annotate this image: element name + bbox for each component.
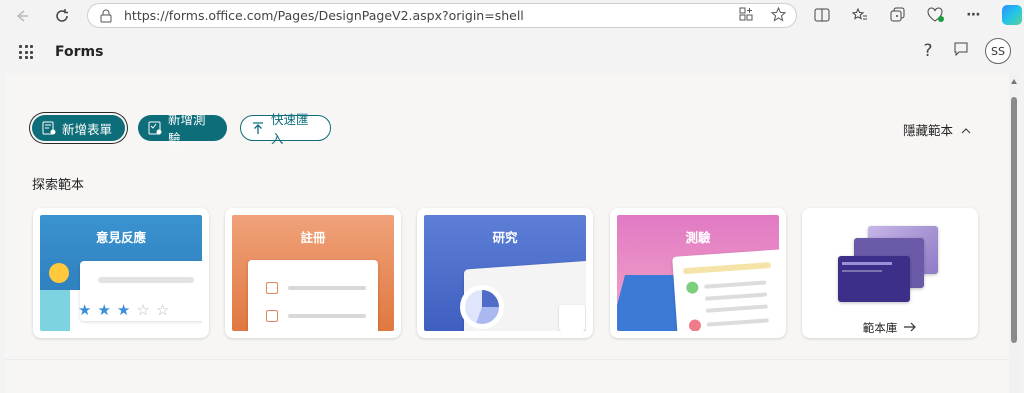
refresh-icon[interactable] — [48, 2, 76, 30]
star-rating-icon: ★ ★ ★ ☆ ☆ — [78, 301, 170, 319]
main-content: 新增表單 新增測驗 快速匯入 隱藏範本 探索範本 ★ ★ ★ ☆ ☆ 意見反應 … — [5, 73, 1009, 359]
card-label: 註冊 — [300, 230, 326, 245]
form-icon — [42, 121, 56, 135]
quick-import-label: 快速匯入 — [271, 112, 309, 146]
gallery-link[interactable]: 範本庫 — [802, 320, 978, 336]
template-card-quiz[interactable]: 測驗 — [610, 208, 786, 338]
new-form-button[interactable]: 新增表單 — [32, 115, 125, 141]
more-options-icon[interactable]: ⋯ — [962, 2, 986, 28]
hide-templates-toggle[interactable]: 隱藏範本 — [903, 120, 971, 139]
card-label: 研究 — [492, 230, 518, 245]
pie-chart-icon — [460, 285, 504, 329]
app-header: Forms ? SS — [5, 31, 1019, 73]
back-icon[interactable] — [8, 2, 36, 30]
new-form-label: 新增表單 — [62, 121, 113, 137]
url-text: https://forms.office.com/Pages/DesignPag… — [124, 8, 524, 23]
gallery-label: 範本庫 — [862, 321, 898, 335]
browser-essentials-icon[interactable] — [924, 2, 948, 28]
card-label: 意見反應 — [95, 230, 146, 245]
new-quiz-button[interactable]: 新增測驗 — [138, 112, 227, 146]
feedback-icon[interactable] — [953, 41, 969, 61]
quiz-illustration: 測驗 — [617, 215, 779, 331]
import-arrow-icon — [251, 121, 265, 135]
template-card-registration[interactable]: 註冊 — [225, 208, 401, 338]
copilot-icon[interactable] — [1000, 2, 1024, 28]
avatar[interactable]: SS — [985, 38, 1011, 64]
forms-app: Forms ? SS 新增表單 新增測驗 快速匯入 隱藏範本 探索範本 ★ ★ … — [5, 31, 1019, 393]
check-icon — [685, 281, 699, 295]
scrollbar-thumb[interactable] — [1011, 97, 1017, 343]
template-card-research[interactable]: 研究 — [417, 208, 593, 338]
collections-icon[interactable] — [886, 2, 910, 28]
lock-icon — [100, 9, 116, 23]
favorite-star-icon[interactable] — [770, 6, 787, 26]
favorites-icon[interactable] — [848, 2, 872, 28]
app-launcher-icon[interactable] — [19, 45, 33, 59]
smiley-icon — [49, 263, 69, 283]
template-card-gallery[interactable]: 範本庫 — [802, 208, 978, 338]
form-list-area — [5, 359, 1009, 393]
app-available-icon[interactable] — [739, 7, 753, 26]
research-illustration: 研究 — [424, 215, 586, 331]
line-chart-icon — [559, 305, 585, 331]
cross-icon — [688, 319, 702, 331]
new-quiz-label: 新增測驗 — [168, 112, 206, 146]
gallery-illustration — [838, 226, 948, 302]
chevron-up-icon — [961, 122, 971, 137]
scroll-up-icon[interactable] — [1011, 79, 1017, 84]
section-title: 探索範本 — [32, 178, 85, 193]
hide-templates-label: 隱藏範本 — [902, 123, 953, 138]
split-screen-icon[interactable] — [810, 2, 834, 28]
quick-import-button[interactable]: 快速匯入 — [240, 112, 331, 146]
arrow-right-icon — [903, 320, 917, 336]
help-icon[interactable]: ? — [919, 41, 937, 61]
feedback-illustration: ★ ★ ★ ☆ ☆ 意見反應 — [40, 215, 202, 331]
quiz-icon — [148, 121, 162, 135]
browser-toolbar: https://forms.office.com/Pages/DesignPag… — [0, 0, 1024, 31]
template-card-feedback[interactable]: ★ ★ ★ ☆ ☆ 意見反應 — [33, 208, 209, 338]
address-bar[interactable]: https://forms.office.com/Pages/DesignPag… — [87, 3, 797, 28]
app-title[interactable]: Forms — [55, 44, 103, 60]
registration-illustration: 註冊 — [232, 215, 394, 331]
card-label: 測驗 — [685, 230, 711, 245]
